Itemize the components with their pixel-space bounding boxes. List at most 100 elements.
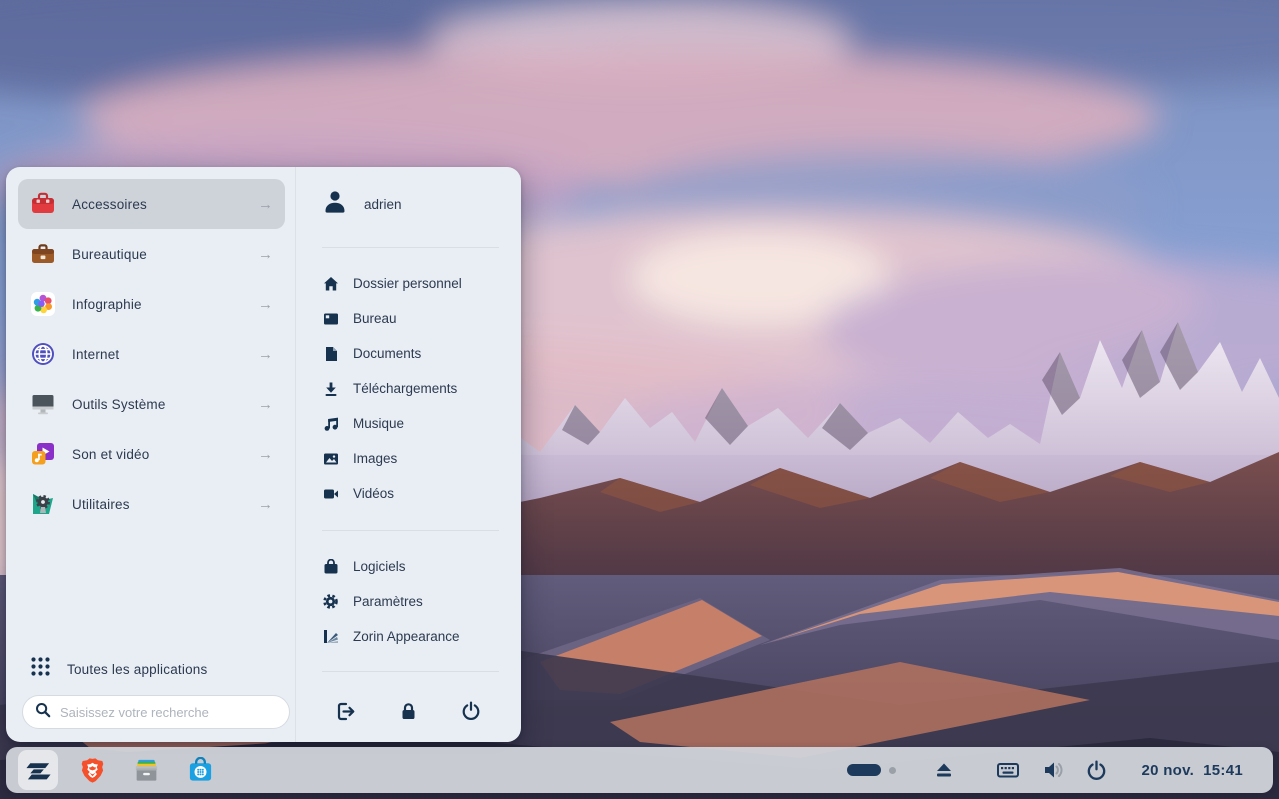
zorin-logo-icon xyxy=(25,757,52,784)
music-note-icon xyxy=(322,415,339,432)
clock[interactable]: 20 nov. 15:41 xyxy=(1141,762,1243,779)
category-office[interactable]: Bureautique → xyxy=(18,229,285,279)
lock-icon[interactable] xyxy=(398,700,420,722)
category-accessories[interactable]: Accessoires → xyxy=(18,179,285,229)
place-label: Images xyxy=(353,451,397,466)
place-documents[interactable]: Documents xyxy=(322,336,499,371)
power-icon[interactable] xyxy=(460,700,482,722)
globe-icon xyxy=(28,339,58,369)
place-label: Bureau xyxy=(353,311,397,326)
place-music[interactable]: Musique xyxy=(322,406,499,441)
category-system-tools[interactable]: Outils Système → xyxy=(18,379,285,429)
software-store-button[interactable] xyxy=(180,750,220,790)
divider xyxy=(322,671,499,672)
category-utilities[interactable]: Utilitaires → xyxy=(18,479,285,529)
software-store-icon xyxy=(187,757,214,784)
clock-time: 15:41 xyxy=(1203,762,1243,779)
logout-button[interactable] xyxy=(336,700,358,722)
file-manager-button[interactable] xyxy=(126,750,166,790)
session-buttons xyxy=(296,693,521,729)
download-icon xyxy=(322,380,339,397)
brave-icon xyxy=(79,757,106,784)
submenu-arrow-icon: → xyxy=(258,446,273,463)
all-applications-label: Toutes les applications xyxy=(67,662,207,677)
category-internet[interactable]: Internet → xyxy=(18,329,285,379)
battery-power-icon[interactable] xyxy=(1086,760,1107,781)
zorin-menu-button[interactable] xyxy=(18,750,58,790)
utility-gear-icon xyxy=(28,489,58,519)
workspace-indicator[interactable] xyxy=(847,764,896,776)
divider xyxy=(322,530,499,531)
shortcut-zorin-appearance[interactable]: Zorin Appearance xyxy=(322,619,499,654)
taskbar-apps xyxy=(18,750,220,790)
zorin-appearance-icon xyxy=(322,628,339,645)
divider xyxy=(322,247,499,248)
shortcut-label: Zorin Appearance xyxy=(353,629,460,644)
image-icon xyxy=(322,450,339,467)
gear-icon xyxy=(322,593,339,610)
place-label: Vidéos xyxy=(353,486,394,501)
place-home[interactable]: Dossier personnel xyxy=(322,266,499,301)
submenu-arrow-icon: → xyxy=(258,196,273,213)
taskbar: 20 nov. 15:41 xyxy=(6,747,1273,793)
shortcut-label: Logiciels xyxy=(353,559,406,574)
all-applications-button[interactable]: Toutes les applications xyxy=(30,656,207,682)
brave-browser-button[interactable] xyxy=(72,750,112,790)
category-sound-video[interactable]: Son et vidéo → xyxy=(18,429,285,479)
submenu-arrow-icon: → xyxy=(258,396,273,413)
shortcuts-list: Logiciels Paramètres Zorin Appearan xyxy=(322,549,499,654)
user-avatar-icon xyxy=(322,189,348,220)
workspace-active-pill xyxy=(847,764,881,776)
category-graphics[interactable]: Infographie → xyxy=(18,279,285,329)
monitor-icon xyxy=(28,389,58,419)
search-input[interactable] xyxy=(60,705,277,720)
graphics-pinwheel-icon xyxy=(28,289,58,319)
software-bag-icon xyxy=(322,558,339,575)
shortcut-label: Paramètres xyxy=(353,594,423,609)
submenu-arrow-icon: → xyxy=(258,496,273,513)
category-label: Internet xyxy=(72,347,119,362)
submenu-arrow-icon: → xyxy=(258,346,273,363)
place-label: Musique xyxy=(353,416,404,431)
place-label: Téléchargements xyxy=(353,381,457,396)
media-icon xyxy=(28,439,58,469)
search-icon xyxy=(35,702,51,723)
search-field[interactable] xyxy=(22,695,290,729)
category-label: Outils Système xyxy=(72,397,166,412)
category-column: Accessoires → Bureautique → xyxy=(6,167,296,742)
place-downloads[interactable]: Téléchargements xyxy=(322,371,499,406)
places-column: adrien Dossier personnel Bureau Docum xyxy=(296,167,521,742)
desktop-icon xyxy=(322,310,339,327)
submenu-arrow-icon: → xyxy=(258,246,273,263)
toolbox-icon xyxy=(28,189,58,219)
shortcut-software[interactable]: Logiciels xyxy=(322,549,499,584)
category-label: Utilitaires xyxy=(72,497,130,512)
clock-date: 20 nov. xyxy=(1141,762,1194,779)
workspace-inactive-dot xyxy=(889,767,896,774)
taskbar-status-area: 20 nov. 15:41 xyxy=(847,758,1261,782)
app-menu-panel: Accessoires → Bureautique → xyxy=(6,167,521,742)
eject-icon[interactable] xyxy=(934,760,954,780)
document-icon xyxy=(322,345,339,362)
home-icon xyxy=(322,275,339,292)
category-label: Infographie xyxy=(72,297,142,312)
place-pictures[interactable]: Images xyxy=(322,441,499,476)
place-desktop[interactable]: Bureau xyxy=(322,301,499,336)
places-list: Dossier personnel Bureau Documents Téléc… xyxy=(322,266,499,511)
apps-grid-icon xyxy=(30,656,51,682)
keyboard-icon[interactable] xyxy=(996,758,1020,782)
video-camera-icon xyxy=(322,485,339,502)
user-name: adrien xyxy=(364,197,402,212)
submenu-arrow-icon: → xyxy=(258,296,273,313)
place-label: Documents xyxy=(353,346,421,361)
category-label: Accessoires xyxy=(72,197,147,212)
file-cabinet-icon xyxy=(132,756,161,785)
briefcase-icon xyxy=(28,239,58,269)
volume-icon[interactable] xyxy=(1042,758,1066,782)
place-label: Dossier personnel xyxy=(353,276,462,291)
user-row[interactable]: adrien xyxy=(322,182,499,226)
shortcut-settings[interactable]: Paramètres xyxy=(322,584,499,619)
place-videos[interactable]: Vidéos xyxy=(322,476,499,511)
category-label: Son et vidéo xyxy=(72,447,149,462)
category-label: Bureautique xyxy=(72,247,147,262)
